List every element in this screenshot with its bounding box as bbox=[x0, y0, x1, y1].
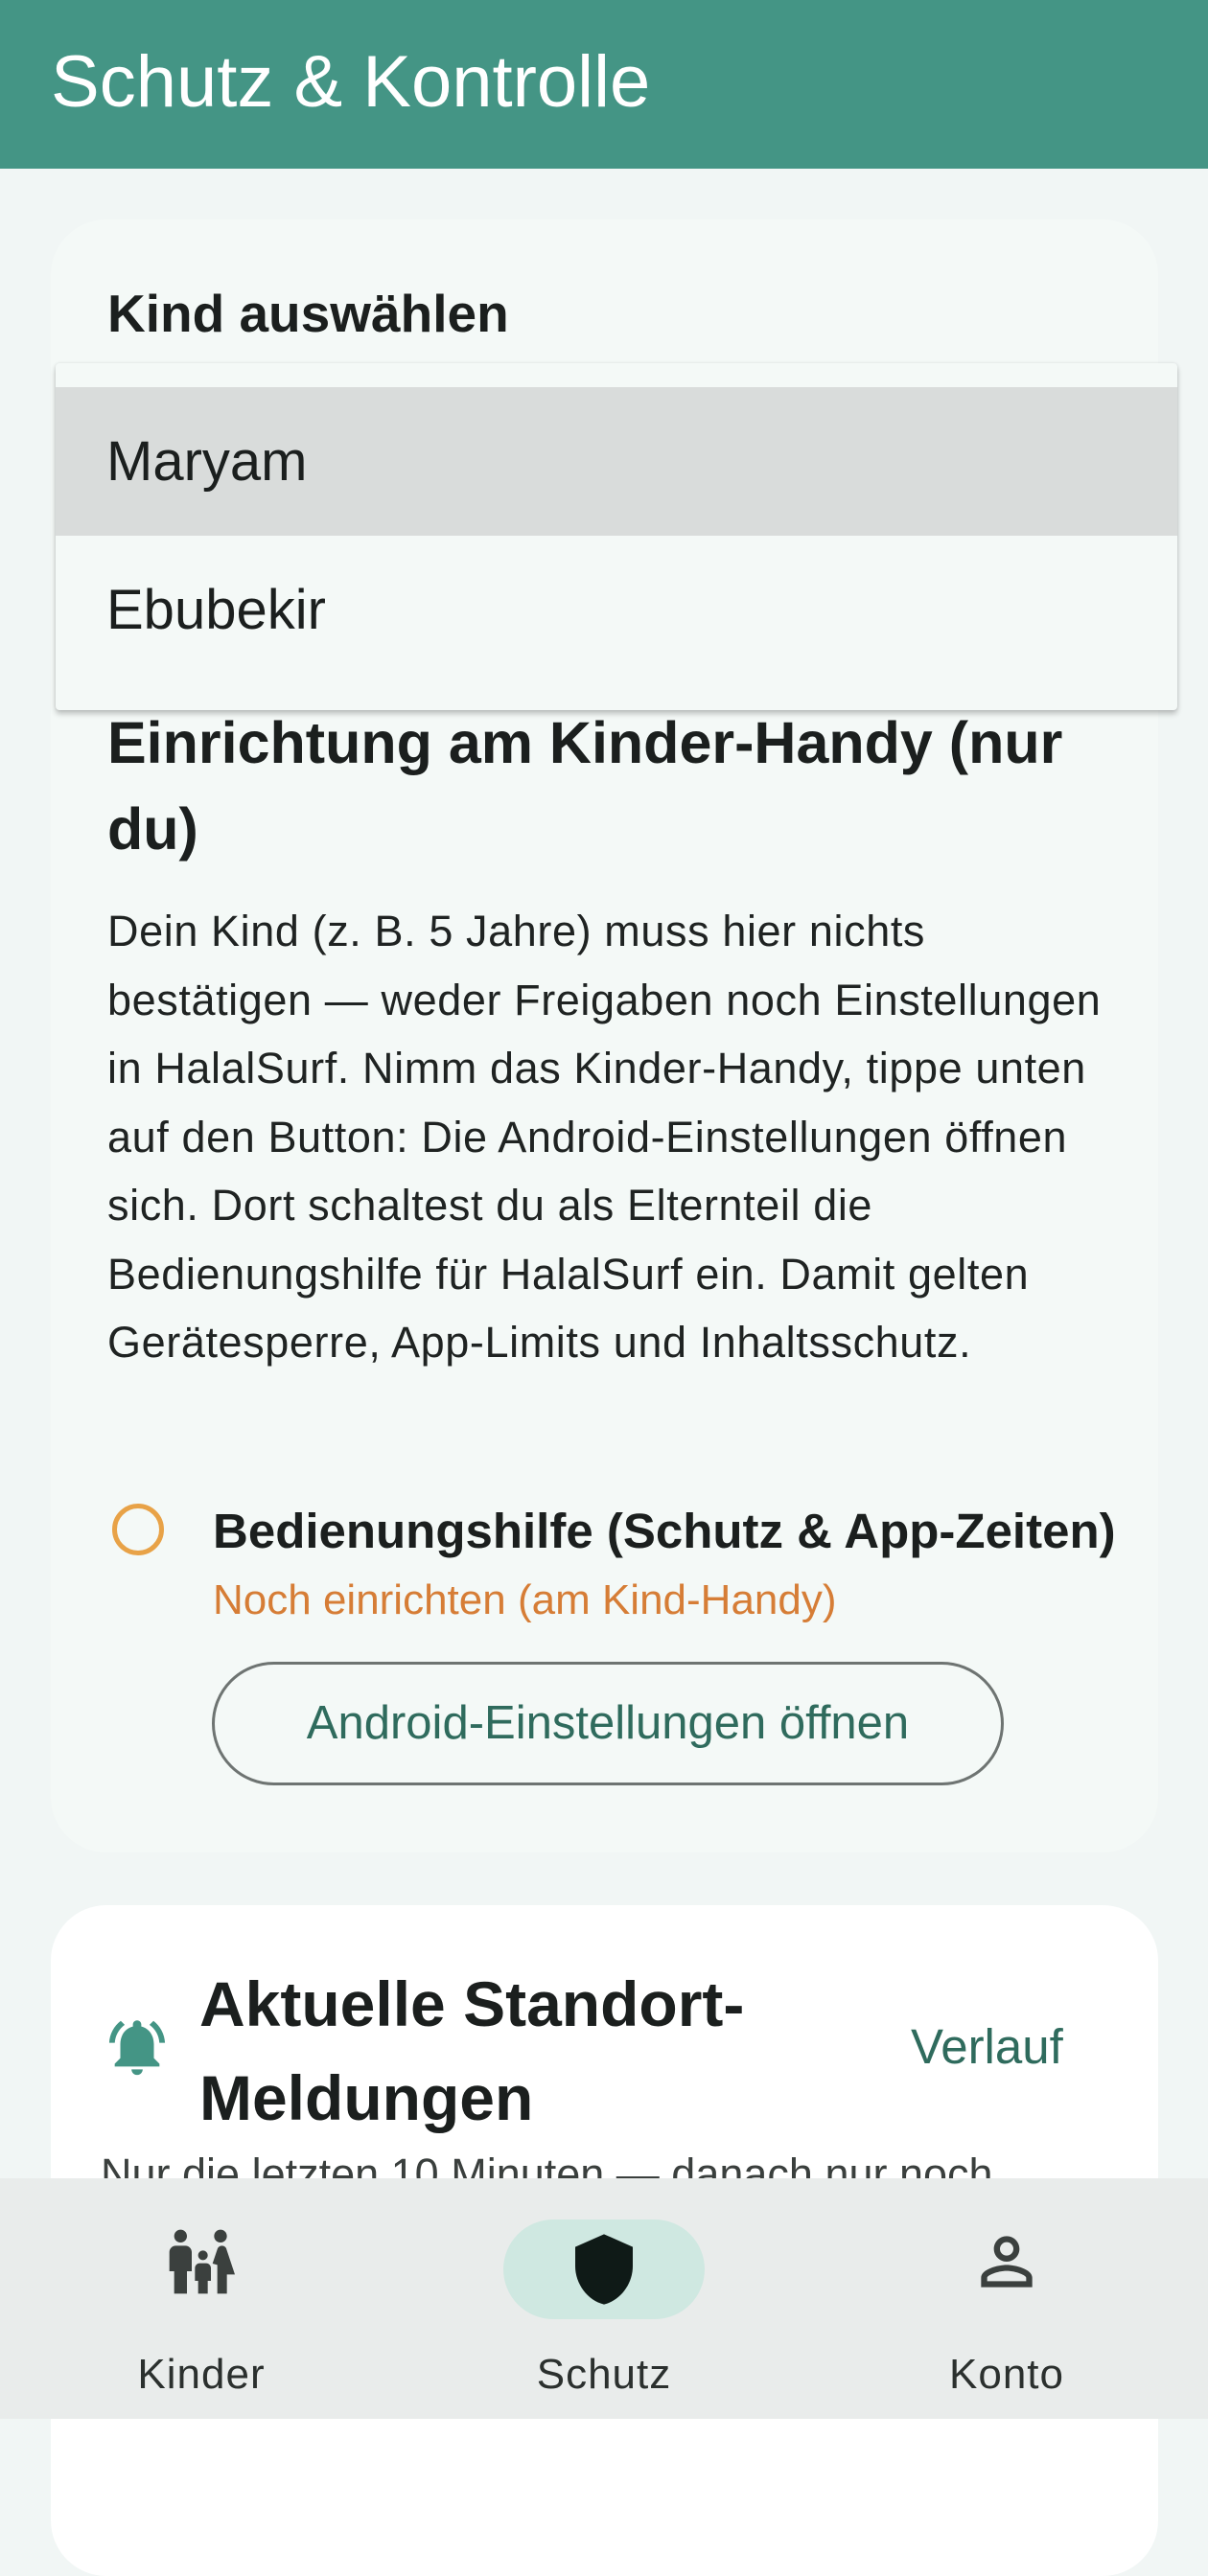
child-dropdown-menu: Maryam Ebubekir bbox=[56, 363, 1177, 710]
bottom-navigation: Kinder Schutz Konto bbox=[0, 2178, 1208, 2419]
location-alerts-title: Aktuelle Standort-Meldungen bbox=[199, 1968, 745, 2133]
nav-item-kinder[interactable]: Kinder bbox=[0, 2178, 403, 2419]
nav-label-konto: Konto bbox=[949, 2351, 1064, 2398]
child-select-label: Kind auswählen bbox=[107, 284, 509, 343]
shield-icon bbox=[575, 2234, 633, 2305]
bell-icon bbox=[108, 2020, 166, 2076]
history-link[interactable]: Verlauf bbox=[911, 2016, 1063, 2078]
open-android-settings-button[interactable]: Android-Einstellungen öffnen bbox=[212, 1662, 1004, 1785]
app-bar-title: Schutz & Kontrolle bbox=[51, 41, 651, 123]
dropdown-item-ebubekir[interactable]: Ebubekir bbox=[56, 536, 1177, 684]
nav-item-schutz[interactable]: Schutz bbox=[403, 2178, 805, 2419]
family-icon bbox=[169, 2229, 235, 2294]
pending-status-circle-icon bbox=[112, 1504, 164, 1555]
app-bar: Schutz & Kontrolle bbox=[0, 0, 1208, 169]
dropdown-item-maryam[interactable]: Maryam bbox=[56, 387, 1177, 536]
person-icon bbox=[981, 2236, 1033, 2288]
accessibility-status-subtitle: Noch einrichten (am Kind-Handy) bbox=[213, 1576, 837, 1623]
nav-label-kinder: Kinder bbox=[137, 2351, 266, 2398]
setup-description: Dein Kind (z. B. 5 Jahre) muss hier nich… bbox=[107, 907, 1102, 1367]
nav-item-konto[interactable]: Konto bbox=[805, 2178, 1208, 2419]
nav-label-schutz: Schutz bbox=[536, 2351, 672, 2398]
setup-heading: Einrichtung am Kinder-Handy (nur du) bbox=[107, 710, 1063, 862]
accessibility-status-title: Bedienungshilfe (Schutz & App-Zeiten) bbox=[213, 1504, 1116, 1558]
